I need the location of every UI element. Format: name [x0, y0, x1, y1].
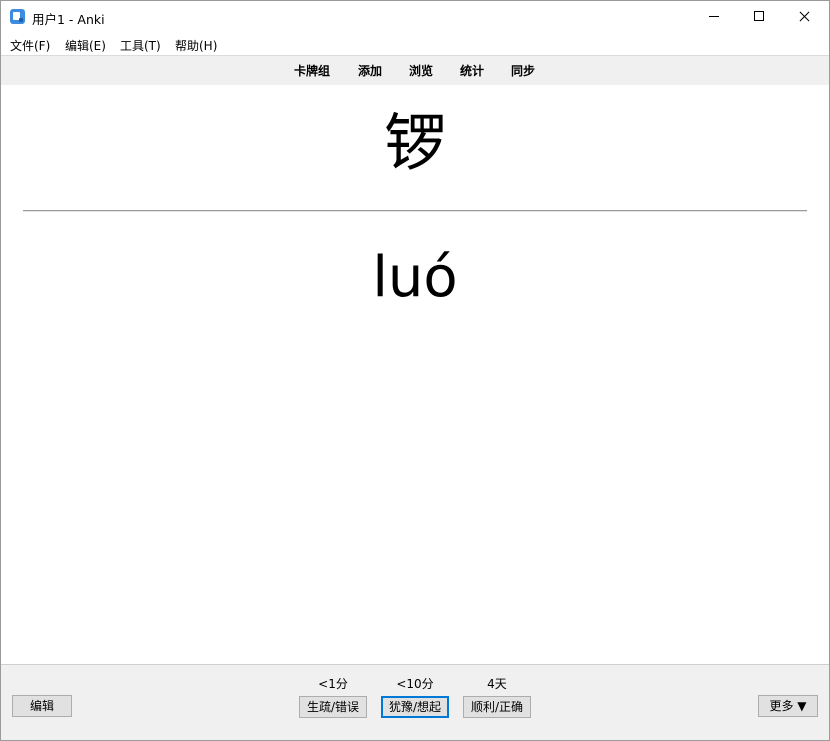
toolbar-browse-link[interactable]: 浏览 — [409, 62, 433, 79]
again-button[interactable]: 生疏/错误 — [299, 696, 367, 718]
hard-button[interactable]: 犹豫/想起 — [381, 696, 449, 718]
menu-tools[interactable]: 工具(T) — [120, 37, 161, 54]
maximize-icon[interactable] — [736, 1, 782, 33]
window-title: 用户1 - Anki — [32, 12, 105, 27]
again-interval: <1分 — [318, 677, 348, 691]
good-button[interactable]: 顺利/正确 — [463, 696, 531, 718]
menu-file[interactable]: 文件(F) — [10, 37, 50, 54]
menu-bar: 文件(F) 编辑(E) 工具(T) 帮助(H) — [1, 34, 829, 55]
good-interval: 4天 — [487, 677, 507, 691]
toolbar-decks-link[interactable]: 卡牌组 — [294, 62, 330, 79]
review-card: 锣 luó — [1, 85, 829, 664]
menu-edit[interactable]: 编辑(E) — [65, 37, 106, 54]
card-back-text: luó — [372, 245, 458, 310]
toolbar-sync-link[interactable]: 同步 — [511, 62, 535, 79]
anki-app-icon — [10, 9, 25, 24]
hard-interval: <10分 — [396, 677, 434, 691]
more-button[interactable]: 更多 ▼ — [758, 695, 818, 717]
answer-divider — [23, 210, 807, 212]
minimize-icon[interactable] — [691, 1, 737, 33]
toolbar-add-link[interactable]: 添加 — [358, 62, 382, 79]
review-bottom-bar: 编辑 <1分 <10分 4天 生疏/错误 犹豫/想起 顺利/正确 更多 ▼ — [1, 664, 829, 740]
close-icon[interactable] — [782, 1, 828, 33]
edit-button[interactable]: 编辑 — [12, 695, 72, 717]
anki-window: 用户1 - Anki 文件(F) 编辑(E) 工具(T) 帮助(H) 卡牌组 添… — [0, 0, 830, 741]
main-toolbar: 卡牌组 添加 浏览 统计 同步 — [1, 55, 829, 86]
title-bar[interactable]: 用户1 - Anki — [1, 1, 829, 33]
card-front-text: 锣 — [383, 106, 446, 179]
menu-help[interactable]: 帮助(H) — [175, 37, 217, 54]
toolbar-stats-link[interactable]: 统计 — [460, 62, 484, 79]
